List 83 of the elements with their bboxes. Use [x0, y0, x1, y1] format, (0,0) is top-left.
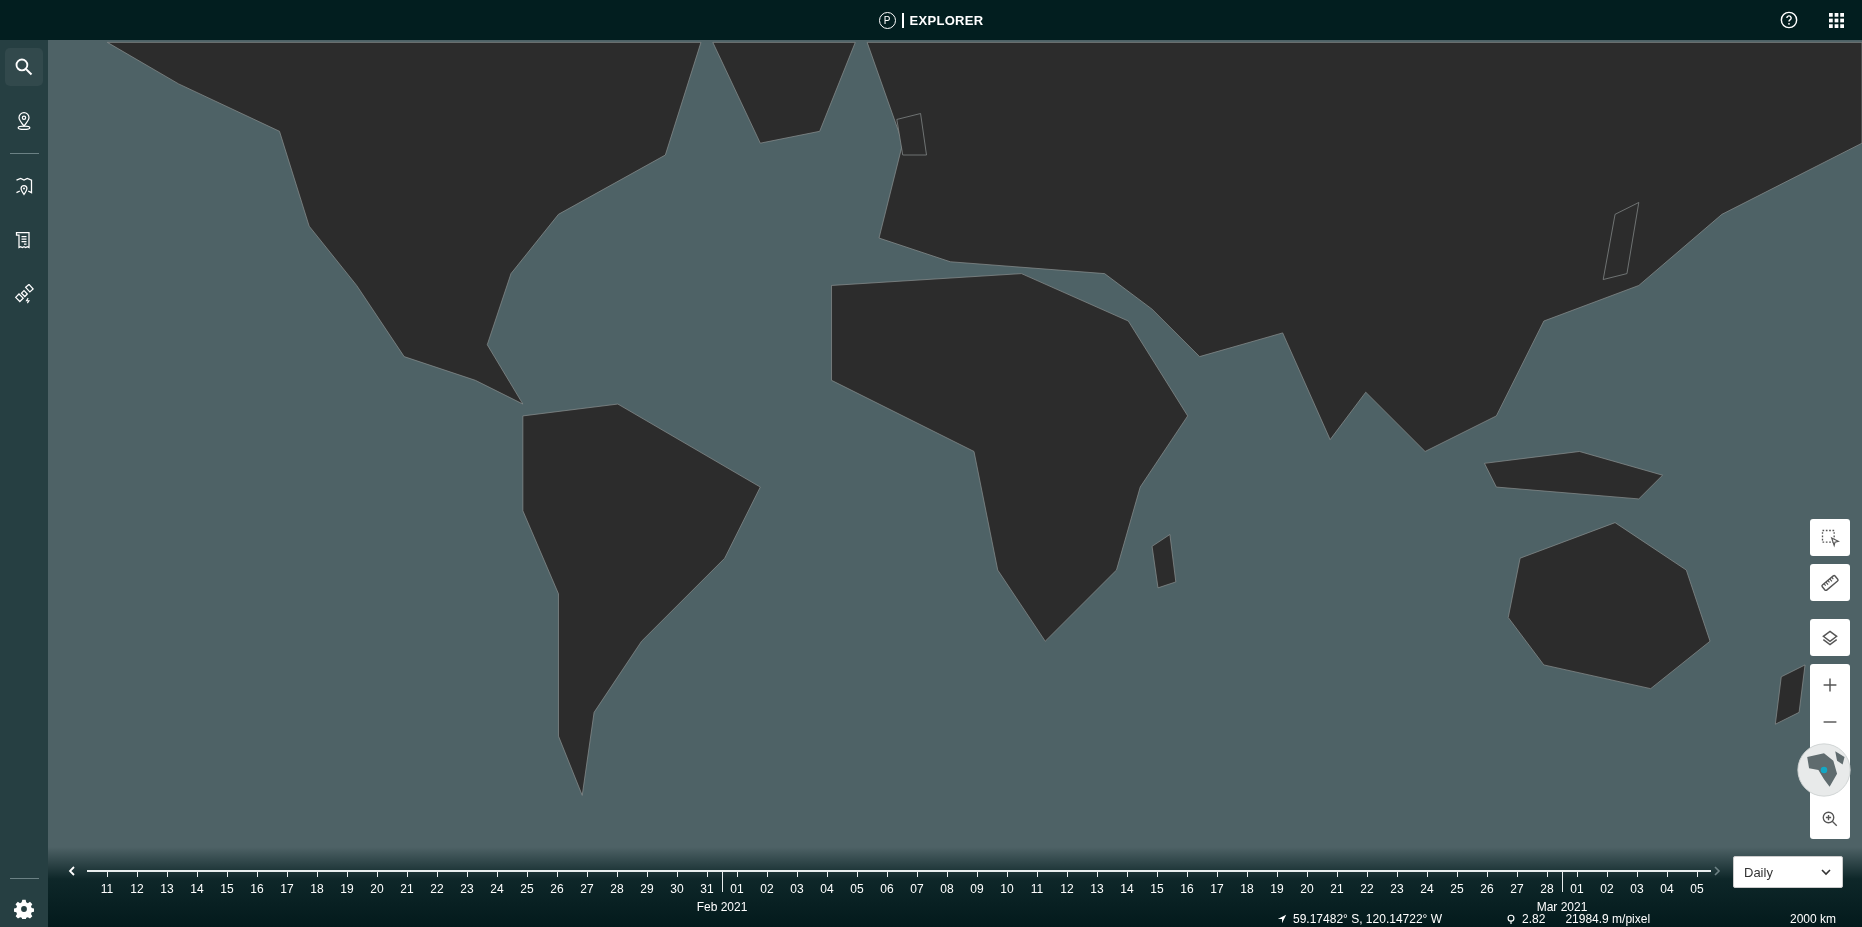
day-label[interactable]: 19 — [340, 882, 354, 896]
box-select-button[interactable] — [1810, 519, 1850, 556]
day-label[interactable]: 24 — [490, 882, 504, 896]
day-label[interactable]: 04 — [820, 882, 834, 896]
day-label[interactable]: 05 — [1690, 882, 1704, 896]
cursor-arrow-icon — [1277, 914, 1287, 924]
ruler-icon — [1820, 572, 1840, 593]
day-label[interactable]: 02 — [1600, 882, 1614, 896]
day-label[interactable]: 27 — [1510, 882, 1524, 896]
day-label[interactable]: 21 — [400, 882, 414, 896]
day-label[interactable]: 15 — [1150, 882, 1164, 896]
globe-minimap[interactable] — [1796, 742, 1852, 798]
day-label[interactable]: 30 — [670, 882, 684, 896]
satellite-icon — [14, 284, 34, 304]
day-label[interactable]: 26 — [550, 882, 564, 896]
day-label[interactable]: 17 — [1210, 882, 1224, 896]
day-label[interactable]: 02 — [760, 882, 774, 896]
day-label[interactable]: 16 — [1180, 882, 1194, 896]
apps-grid-icon[interactable] — [1829, 12, 1844, 28]
day-label[interactable]: 23 — [460, 882, 474, 896]
day-label[interactable]: 18 — [1240, 882, 1254, 896]
layers-button[interactable] — [1810, 619, 1850, 656]
day-label[interactable]: 28 — [1540, 882, 1554, 896]
month-label: Mar 2021 — [1535, 900, 1589, 914]
month-label: Feb 2021 — [695, 900, 749, 914]
caret-icon — [1820, 866, 1832, 878]
previous-icon[interactable] — [66, 865, 78, 877]
next-icon[interactable] — [1711, 865, 1723, 877]
day-label[interactable]: 07 — [910, 882, 924, 896]
day-label[interactable]: 14 — [190, 882, 204, 896]
zoom-level: 2.82 — [1522, 912, 1546, 926]
day-label[interactable]: 12 — [130, 882, 144, 896]
help-icon[interactable] — [1780, 11, 1798, 29]
day-label[interactable]: 03 — [1630, 882, 1644, 896]
app-title: EXPLORER — [909, 12, 984, 28]
day-label[interactable]: 11 — [1030, 882, 1044, 896]
day-label[interactable]: 01 — [1570, 882, 1584, 896]
day-label[interactable]: 13 — [160, 882, 174, 896]
cursor-coordinates: 59.17482° S, 120.14722° W — [1293, 912, 1443, 926]
day-label[interactable]: 10 — [1000, 882, 1014, 896]
day-label[interactable]: 01 — [730, 882, 744, 896]
day-label[interactable]: 26 — [1480, 882, 1494, 896]
ruler-button[interactable] — [1810, 564, 1850, 601]
day-label[interactable]: 20 — [370, 882, 384, 896]
day-label[interactable]: 05 — [850, 882, 864, 896]
day-label[interactable]: 14 — [1120, 882, 1134, 896]
day-label[interactable]: 29 — [640, 882, 654, 896]
folded-map-icon — [14, 176, 34, 196]
day-label[interactable]: 11 — [100, 882, 114, 896]
day-label[interactable]: 12 — [1060, 882, 1074, 896]
day-label[interactable]: 18 — [310, 882, 324, 896]
day-label[interactable]: 08 — [940, 882, 954, 896]
day-label[interactable]: 21 — [1330, 882, 1344, 896]
day-label[interactable]: 17 — [280, 882, 294, 896]
day-label[interactable]: 20 — [1300, 882, 1314, 896]
day-label[interactable]: 25 — [520, 882, 534, 896]
scale-label: 2000 km — [1789, 912, 1836, 926]
zoom-level-icon — [1506, 914, 1517, 924]
day-label[interactable]: 03 — [790, 882, 804, 896]
day-label[interactable]: 13 — [1090, 882, 1104, 896]
day-label[interactable]: 19 — [1270, 882, 1284, 896]
day-label[interactable]: 22 — [430, 882, 444, 896]
day-label[interactable]: 24 — [1420, 882, 1434, 896]
day-label[interactable]: 06 — [880, 882, 894, 896]
settings-icon[interactable] — [14, 899, 34, 919]
day-label[interactable]: 16 — [250, 882, 264, 896]
day-label[interactable]: 15 — [220, 882, 234, 896]
search-icon — [14, 57, 34, 77]
day-label[interactable]: 31 — [700, 882, 714, 896]
search-nav-button[interactable] — [5, 48, 43, 86]
zoom-magnifier-icon — [1821, 809, 1839, 828]
box-select-icon — [1820, 527, 1840, 548]
interval-dropdown[interactable]: Daily — [1733, 856, 1843, 888]
minus-icon — [1822, 720, 1838, 723]
map-resolution: 21984.9 m/pixel — [1565, 912, 1651, 926]
day-label[interactable]: 04 — [1660, 882, 1674, 896]
day-label[interactable]: 25 — [1450, 882, 1464, 896]
day-label[interactable]: 27 — [580, 882, 594, 896]
day-label[interactable]: 28 — [610, 882, 624, 896]
day-label[interactable]: 09 — [970, 882, 984, 896]
plus-icon — [1822, 676, 1838, 693]
day-label[interactable]: 22 — [1360, 882, 1374, 896]
day-label[interactable]: 23 — [1390, 882, 1404, 896]
